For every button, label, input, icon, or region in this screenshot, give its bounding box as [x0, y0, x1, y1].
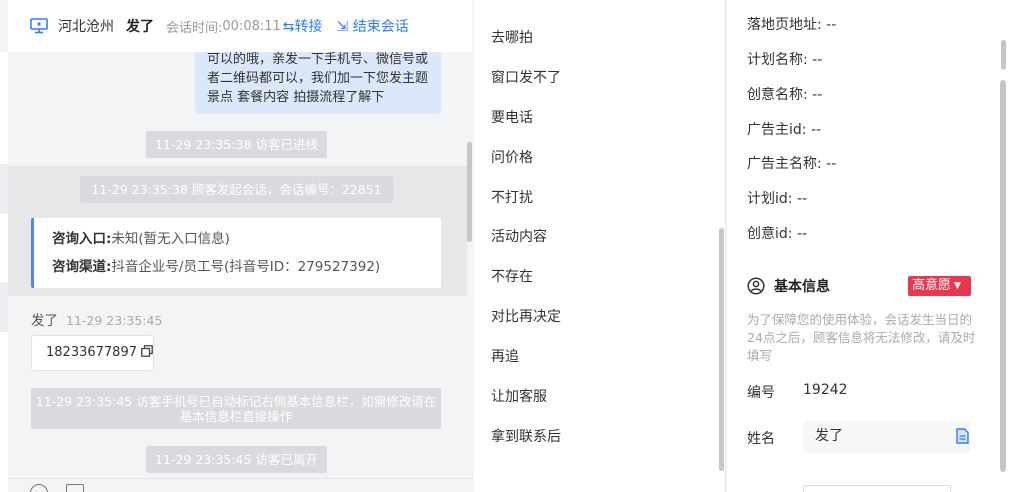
phone-number: 18233677897 [46, 345, 137, 360]
system-message-phone-notice: 11-29 23:35:45 访客手机号已自动标记右侧基本信息栏，如需修改请在基… [31, 388, 441, 429]
consult-entry-row: 咨询入口:未知(暂无入口信息) [52, 225, 441, 253]
consult-channel-row: 咨询渠道:抖音企业号/员工号(抖音号ID：279527392) [52, 253, 441, 281]
visitor-region: 河北沧州 [58, 19, 114, 35]
name-label: 姓名 [747, 431, 775, 447]
exit-icon: ⇲ [336, 19, 353, 35]
quick-reply-item[interactable]: 窗口发不了 [491, 67, 561, 87]
intent-label: 高意愿 [912, 278, 952, 293]
end-session-button[interactable]: ⇲ 结束会话 [337, 16, 409, 36]
image-icon[interactable] [66, 484, 84, 492]
quick-reply-item[interactable]: 让加客服 [491, 386, 547, 406]
quick-reply-item[interactable]: 活动内容 [491, 226, 547, 246]
ad-info-plan-id: 计划id: -- [747, 191, 808, 207]
consult-channel-value: 抖音企业号/员工号(抖音号ID：279527392) [111, 259, 381, 275]
transfer-label: 转接 [294, 19, 323, 35]
phone-message[interactable]: 18233677897 [31, 335, 154, 371]
system-message-visitor-entered: 11-29 23:35:38 访客已进线 [146, 131, 327, 158]
copy-icon[interactable] [141, 345, 153, 357]
ad-info-plan-name: 计划名称: -- [747, 52, 823, 68]
quick-reply-item[interactable]: 拿到联系后 [491, 426, 561, 446]
system-message-session-started: 11-29 23:35:38 顾客发起会话，会话编号：22851 [80, 176, 393, 203]
system-message-visitor-left: 11-29 23:35:45 访客已离开 [146, 446, 327, 473]
chat-scrollbar[interactable] [467, 142, 472, 242]
quick-reply-item[interactable]: 去哪拍 [491, 27, 533, 47]
session-timer: 00:08:11 [222, 18, 281, 34]
consult-info-card: 咨询入口:未知(暂无入口信息) 咨询渠道:抖音企业号/员工号(抖音号ID：279… [31, 218, 441, 288]
info-scrollbar-top[interactable] [1001, 40, 1006, 70]
transfer-button[interactable]: ⇆转接 [283, 16, 323, 36]
chat-left-strip [0, 52, 8, 492]
ad-info-creative-id: 创意id: -- [747, 226, 808, 242]
chat-footer-divider [8, 478, 474, 479]
chat-toolbar [30, 484, 84, 492]
name-input[interactable]: 发了 [803, 420, 971, 453]
message-sender-line: 发了 11-29 23:35:45 [31, 309, 162, 329]
chat-header: 河北沧州 发了 会话时间: 00:08:11 ⇆转接 ⇲ 结束会话 [8, 0, 472, 52]
info-scrollbar[interactable] [1000, 80, 1006, 472]
monitor-icon [30, 18, 48, 34]
quick-reply-scrollbar[interactable] [719, 228, 724, 471]
quick-reply-item[interactable]: 再追 [491, 346, 519, 366]
consult-channel-label: 咨询渠道: [52, 259, 112, 275]
ad-info-advertiser-id: 广告主id: -- [747, 122, 822, 138]
quick-reply-item[interactable]: 要电话 [491, 107, 533, 127]
quick-reply-item[interactable]: 不打扰 [491, 187, 533, 207]
quick-reply-item[interactable]: 对比再决定 [491, 306, 561, 326]
id-label: 编号 [747, 385, 775, 401]
consult-entry-value: 未知(暂无入口信息) [111, 231, 230, 247]
quick-reply-item[interactable]: 问价格 [491, 147, 533, 167]
customer-info-panel: 落地页地址: -- 计划名称: -- 创意名称: -- 广告主id: -- 广告… [727, 0, 1009, 492]
session-timer-label: 会话时间: [166, 20, 223, 36]
document-icon[interactable] [956, 428, 969, 444]
consult-entry-label: 咨询入口: [52, 231, 112, 247]
basic-info-title: 基本信息 [747, 276, 830, 296]
end-session-label: 结束会话 [352, 19, 409, 35]
outgoing-message: 可以的哦，亲发一下手机号、微信号或者二维码都可以，我们加一下您发主题景点 套餐内… [195, 48, 441, 114]
id-value: 19242 [803, 382, 848, 398]
user-circle-icon [747, 277, 765, 295]
sender-name: 发了 [31, 313, 58, 329]
strip-highlight [0, 282, 8, 332]
strip-highlight [0, 164, 8, 214]
ad-info-advertiser-name: 广告主名称: -- [747, 156, 837, 172]
quick-reply-item[interactable]: 不存在 [491, 266, 533, 286]
sender-time: 11-29 23:35:45 [66, 313, 163, 328]
next-field-input[interactable] [803, 485, 951, 492]
intent-dropdown[interactable]: 高意愿 ▼ [908, 276, 971, 296]
transfer-icon: ⇆ [282, 19, 295, 35]
quick-reply-panel: 去哪拍 窗口发不了 要电话 问价格 不打扰 活动内容 不存在 对比再决定 再追 … [474, 0, 726, 492]
emoji-icon[interactable] [30, 484, 48, 492]
caret-down-icon: ▼ [954, 281, 961, 291]
ad-info-landing-page: 落地页地址: -- [747, 17, 837, 33]
visitor-name: 发了 [126, 19, 154, 35]
ad-info-creative-name: 创意名称: -- [747, 87, 823, 103]
edit-deadline-hint: 为了保障您的使用体验，会话发生当日的24点之后，顾客信息将无法修改，请及时填写 [747, 312, 976, 363]
chat-panel: 河北沧州 发了 会话时间: 00:08:11 ⇆转接 ⇲ 结束会话 可以的哦，亲… [0, 0, 474, 492]
